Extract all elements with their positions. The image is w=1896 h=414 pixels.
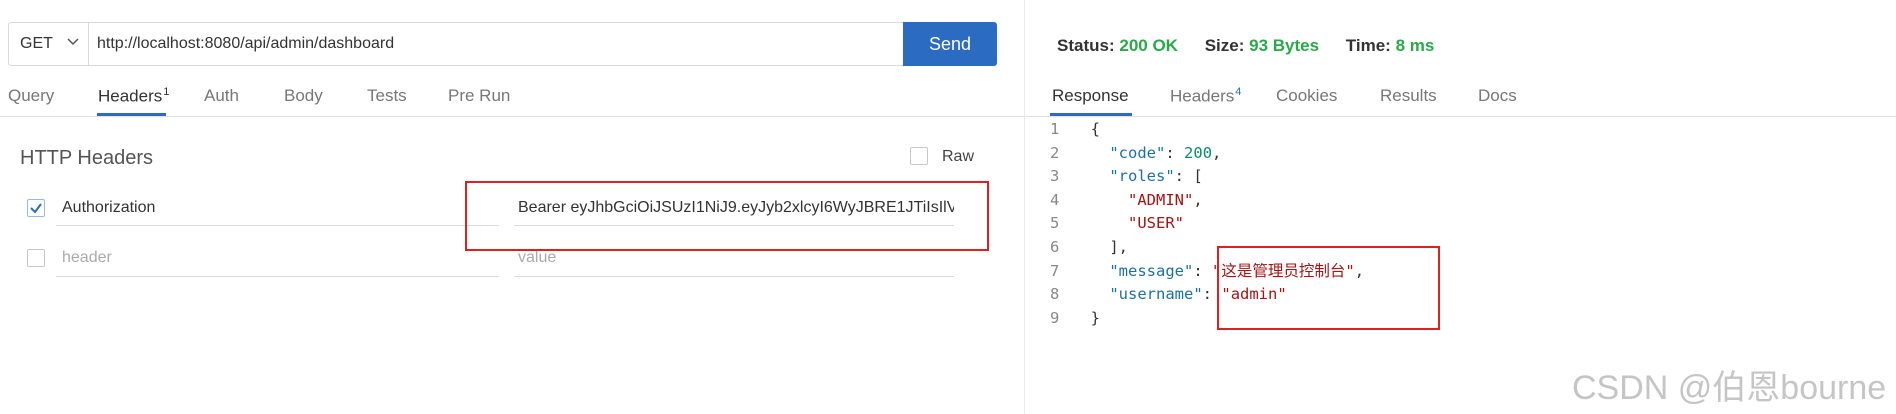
line-number: 3	[1050, 167, 1060, 186]
time-label: Time:	[1345, 36, 1391, 55]
tab-headers-badge: 1	[163, 86, 170, 98]
line-number: 8	[1050, 285, 1060, 304]
tab-divider	[0, 116, 1024, 117]
header-row-checkbox[interactable]	[27, 199, 45, 217]
url-input[interactable]: http://localhost:8080/api/admin/dashboar…	[97, 35, 394, 53]
line-number: 9	[1050, 308, 1060, 327]
response-status-bar: Status: 200 OK Size: 93 Bytes Time: 8 ms	[1057, 36, 1434, 56]
section-title: HTTP Headers	[20, 147, 154, 169]
tab-query[interactable]: Query	[8, 86, 54, 106]
tab-cookies[interactable]: Cookies	[1276, 86, 1337, 106]
code-text: "ADMIN",	[1128, 190, 1203, 209]
code-line: 3 "roles": [	[1050, 165, 1364, 189]
raw-label: Raw	[942, 148, 975, 165]
header-key-input[interactable]: Authorization	[62, 199, 155, 217]
code-line: 1 {	[1050, 118, 1364, 142]
line-number: 4	[1050, 190, 1060, 209]
tab-divider	[1025, 116, 1896, 117]
code-text: "roles": [	[1109, 167, 1203, 186]
chevron-down-icon[interactable]	[66, 34, 80, 48]
tab-headers[interactable]: Headers1	[98, 86, 169, 107]
code-text: "code": 200,	[1109, 143, 1222, 162]
header-row-checkbox-empty[interactable]	[27, 249, 45, 267]
line-number: 6	[1050, 237, 1060, 256]
watermark: CSDN @伯恩bourne	[1572, 369, 1887, 407]
time-value: 8 ms	[1395, 36, 1435, 55]
tab-response-headers-badge: 4	[1235, 86, 1242, 98]
code-line: 2 "code": 200,	[1050, 142, 1364, 166]
line-number: 7	[1050, 261, 1060, 280]
tab-results[interactable]: Results	[1380, 86, 1437, 106]
code-text: {	[1090, 120, 1101, 138]
code-line: 4 "ADMIN",	[1050, 189, 1364, 213]
raw-checkbox[interactable]	[910, 147, 928, 165]
tab-response-headers[interactable]: Headers4	[1170, 86, 1241, 107]
tab-docs[interactable]: Docs	[1478, 86, 1517, 106]
header-key-underline	[56, 225, 499, 226]
line-number: 2	[1050, 143, 1060, 162]
send-button[interactable]: Send	[903, 22, 997, 66]
size-value: 93 Bytes	[1249, 36, 1320, 55]
pane-splitter[interactable]	[1024, 0, 1025, 414]
tab-response[interactable]: Response	[1052, 86, 1129, 106]
new-header-value-input[interactable]: value	[518, 249, 556, 267]
new-header-key-underline	[56, 276, 499, 277]
method-label: GET	[20, 35, 53, 52]
tab-response-headers-label: Headers	[1170, 86, 1235, 106]
highlight-box-authorization	[465, 181, 989, 251]
status-value: 200 OK	[1119, 36, 1178, 55]
line-number: 5	[1050, 214, 1060, 233]
size-label: Size:	[1204, 36, 1245, 55]
new-header-value-underline	[514, 276, 954, 277]
code-line: 5 "USER"	[1050, 212, 1364, 236]
status-label: Status:	[1057, 36, 1115, 55]
tab-body[interactable]: Body	[284, 86, 323, 106]
tab-pre-run[interactable]: Pre Run	[448, 86, 510, 106]
line-number: 1	[1050, 120, 1060, 138]
code-text: "USER"	[1128, 214, 1184, 233]
highlight-box-response	[1217, 246, 1440, 330]
code-text: ],	[1090, 237, 1128, 256]
code-text: }	[1090, 308, 1101, 327]
check-icon	[30, 203, 42, 214]
tab-headers-label: Headers	[98, 86, 163, 106]
tab-tests[interactable]: Tests	[367, 86, 407, 106]
new-header-key-input[interactable]: header	[62, 249, 112, 267]
tab-auth[interactable]: Auth	[204, 86, 239, 106]
